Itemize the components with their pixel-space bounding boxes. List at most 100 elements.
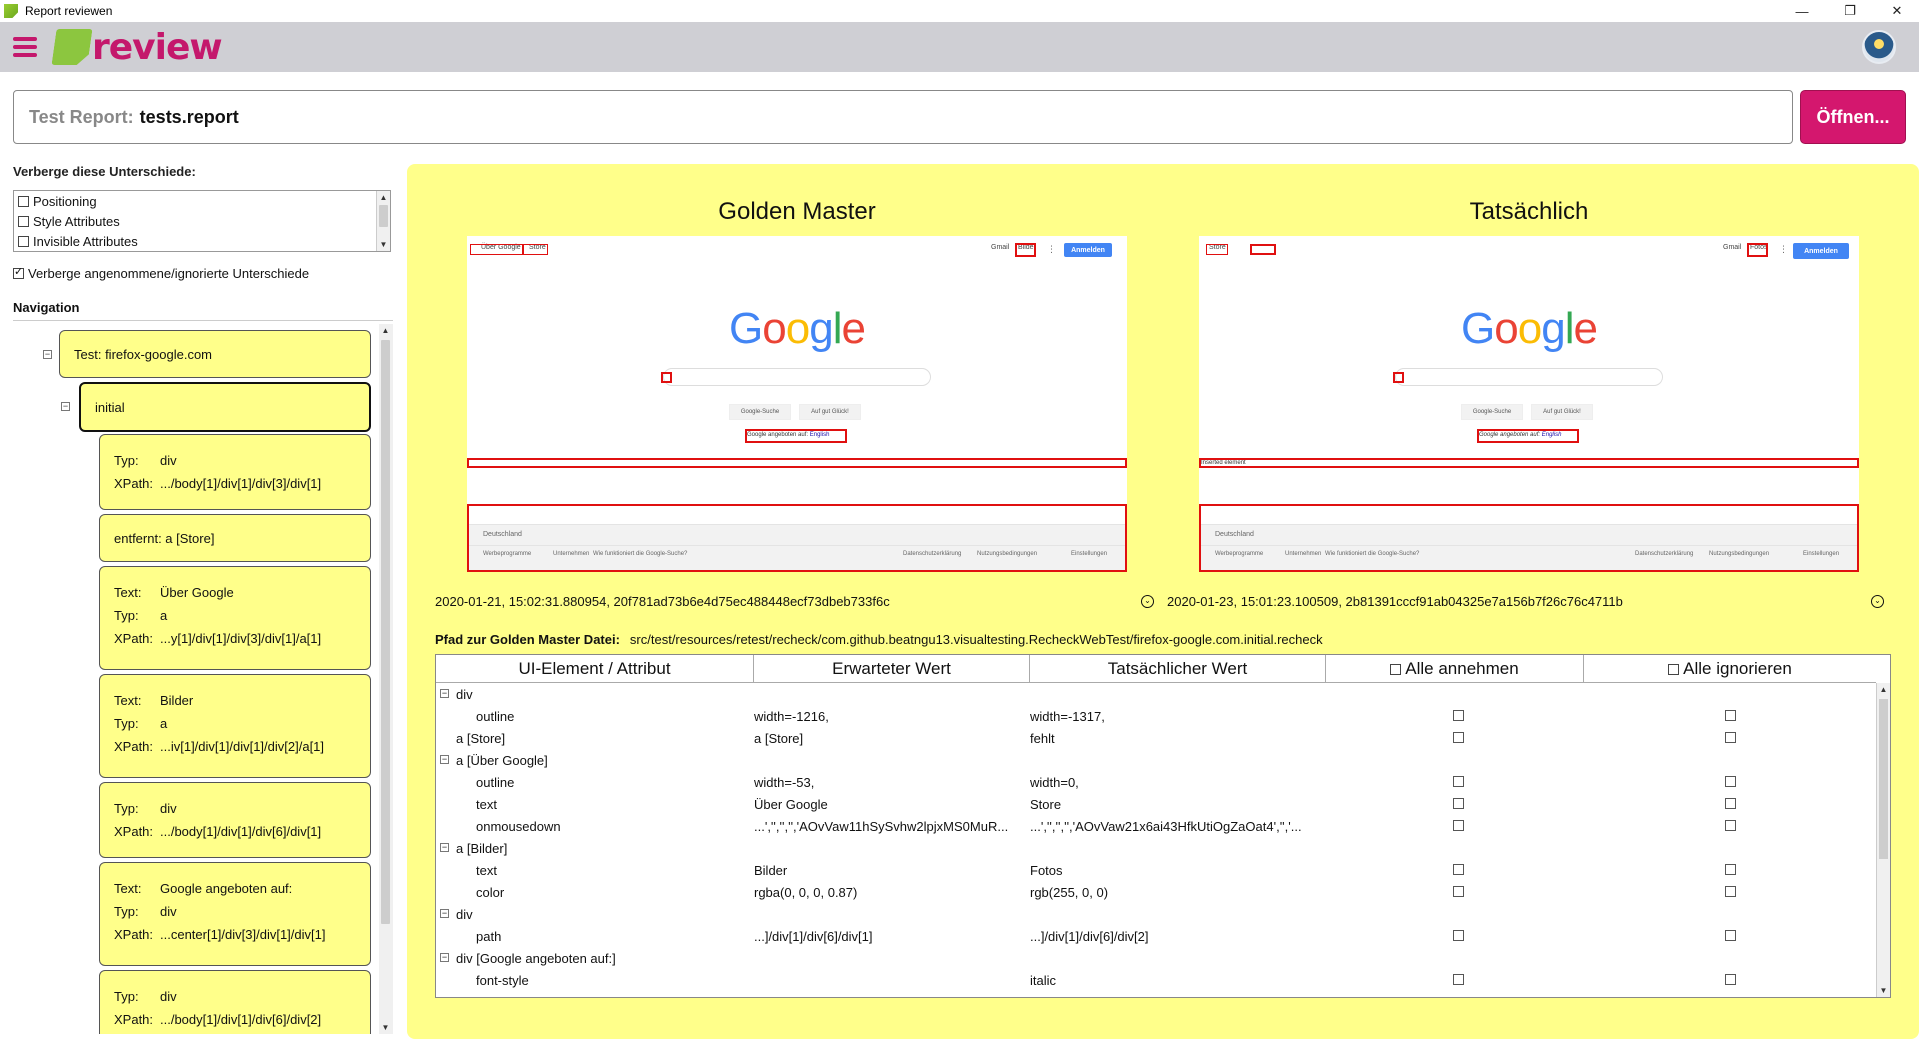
diff-highlight[interactable] xyxy=(1015,243,1036,257)
diff-highlight[interactable] xyxy=(1250,244,1276,255)
filter-item-invisible-attributes[interactable]: Invisible Attributes xyxy=(14,231,390,251)
table-row[interactable]: text Über Google Store xyxy=(436,793,1876,815)
tree-node-diff[interactable]: Typ: div XPath: .../body[1]/div[1]/div[6]/… xyxy=(99,782,371,858)
collapse-icon[interactable]: − xyxy=(61,402,70,411)
scroll-up-icon[interactable]: ▲ xyxy=(379,324,392,337)
minimize-icon[interactable]: — xyxy=(1780,0,1824,22)
tree-node-diff[interactable]: Text: Über Google Typ: a XPath: ...y[1]/div… xyxy=(99,566,371,670)
table-row[interactable]: text Bilder Fotos xyxy=(436,859,1876,881)
diff-highlight[interactable] xyxy=(1747,243,1768,257)
chevron-down-icon[interactable]: ⌄ xyxy=(1871,595,1884,608)
report-path-field[interactable]: Test Report: tests.report xyxy=(13,90,1793,144)
tree-node-state[interactable]: initial xyxy=(79,382,371,432)
ignore-checkbox[interactable] xyxy=(1725,710,1736,721)
table-row[interactable]: onmousedown ...','','','','AOvVaw11hSySvh… xyxy=(436,815,1876,837)
scroll-down-icon[interactable]: ▼ xyxy=(377,238,390,251)
maximize-icon[interactable]: ❐ xyxy=(1828,0,1872,22)
col-element[interactable]: UI-Element / Attribut xyxy=(436,655,754,683)
accept-checkbox[interactable] xyxy=(1453,820,1464,831)
collapse-icon[interactable]: − xyxy=(440,909,449,918)
accept-checkbox[interactable] xyxy=(1453,886,1464,897)
col-actual[interactable]: Tatsächlicher Wert xyxy=(1030,655,1326,683)
tree-node-diff[interactable]: Text: Google angeboten auf: Typ: div XPath… xyxy=(99,862,371,966)
scroll-up-icon[interactable]: ▲ xyxy=(377,191,390,204)
col-accept-all[interactable]: Alle annehmen xyxy=(1326,655,1584,683)
diff-highlight[interactable] xyxy=(1206,244,1228,255)
accept-checkbox[interactable] xyxy=(1453,930,1464,941)
ignore-checkbox[interactable] xyxy=(1725,776,1736,787)
filter-item-positioning[interactable]: Positioning xyxy=(14,191,390,211)
diff-highlight[interactable] xyxy=(661,372,672,383)
collapse-icon[interactable]: − xyxy=(440,689,449,698)
accept-checkbox[interactable] xyxy=(1453,710,1464,721)
col-ignore-all[interactable]: Alle ignorieren xyxy=(1584,655,1876,683)
table-row[interactable]: color rgba(0, 0, 0, 0.87) rgb(255, 0, 0) xyxy=(436,881,1876,903)
table-row[interactable]: font-style italic xyxy=(436,969,1876,991)
diff-highlight[interactable] xyxy=(522,244,548,255)
table-row[interactable]: a [Store] a [Store] fehlt xyxy=(436,727,1876,749)
accept-all-checkbox[interactable] xyxy=(1390,663,1402,675)
collapse-icon[interactable]: − xyxy=(440,953,449,962)
scroll-thumb[interactable] xyxy=(379,205,388,227)
collapse-icon[interactable]: − xyxy=(440,843,449,852)
diff-highlight[interactable] xyxy=(1199,504,1859,572)
ignore-checkbox[interactable] xyxy=(1725,974,1736,985)
menu-icon[interactable] xyxy=(7,29,43,65)
accept-checkbox[interactable] xyxy=(1453,974,1464,985)
filter-scrollbar[interactable]: ▲ ▼ xyxy=(376,191,390,251)
navigation-scroll-track[interactable]: ▲ ▼ xyxy=(379,324,393,1034)
tree-node-diff[interactable]: Text: Bilder Typ: a XPath: ...iv[1]/div[1]/… xyxy=(99,674,371,778)
accept-checkbox[interactable] xyxy=(1453,732,1464,743)
chevron-down-icon[interactable]: ⌄ xyxy=(1141,595,1154,608)
scroll-down-icon[interactable]: ▼ xyxy=(379,1021,392,1034)
scroll-up-icon[interactable]: ▲ xyxy=(1877,683,1890,696)
avatar[interactable] xyxy=(1862,30,1896,64)
diff-highlight[interactable] xyxy=(1393,372,1404,383)
ignore-checkbox[interactable] xyxy=(1725,864,1736,875)
table-row[interactable]: − div xyxy=(436,903,1876,925)
scroll-down-icon[interactable]: ▼ xyxy=(1877,984,1890,997)
ignore-checkbox[interactable] xyxy=(1725,798,1736,809)
accept-checkbox[interactable] xyxy=(1453,776,1464,787)
ignore-all-checkbox[interactable] xyxy=(1668,663,1680,675)
table-row[interactable]: − div xyxy=(436,683,1876,705)
filter-checkbox[interactable] xyxy=(18,215,29,227)
collapse-icon[interactable]: − xyxy=(440,755,449,764)
table-row[interactable]: outline width=-53, width=0, xyxy=(436,771,1876,793)
hide-accepted-toggle[interactable]: Verberge angenommene/ignorierte Untersch… xyxy=(13,265,309,281)
tree-node-test[interactable]: Test: firefox-google.com xyxy=(59,330,371,378)
tree-node-diff[interactable]: entfernt: a [Store] xyxy=(99,514,371,562)
table-row[interactable]: outline width=-1216, width=-1317, xyxy=(436,705,1876,727)
accept-checkbox[interactable] xyxy=(1453,798,1464,809)
table-scrollbar[interactable]: ▲ ▼ xyxy=(1876,683,1890,997)
diff-highlight[interactable] xyxy=(467,458,1127,468)
filter-item-style-attributes[interactable]: Style Attributes xyxy=(14,211,390,231)
ignore-checkbox[interactable] xyxy=(1725,930,1736,941)
tree-node-diff[interactable]: Typ: div XPath: .../body[1]/div[1]/div[3]/… xyxy=(99,434,371,510)
scroll-thumb[interactable] xyxy=(381,340,390,924)
table-row[interactable]: − a [Bilder] xyxy=(436,837,1876,859)
table-row[interactable]: − a [Über Google] xyxy=(436,749,1876,771)
diff-highlight[interactable] xyxy=(1477,429,1579,443)
table-row[interactable]: path ...]/div[1]/div[6]/div[1] ...]/div[1]… xyxy=(436,925,1876,947)
accept-checkbox[interactable] xyxy=(1453,864,1464,875)
filter-checkbox[interactable] xyxy=(18,195,29,207)
open-button[interactable]: Öffnen... xyxy=(1800,90,1906,144)
ignore-checkbox[interactable] xyxy=(1725,886,1736,897)
actual-screenshot[interactable]: Store Gmail Fotos ⋮ Anmelden Google Goog… xyxy=(1199,236,1859,572)
diff-highlight[interactable] xyxy=(745,429,847,443)
collapse-icon[interactable]: − xyxy=(43,350,52,359)
ignore-checkbox[interactable] xyxy=(1725,732,1736,743)
table-row[interactable]: − div [Google angeboten auf:] xyxy=(436,947,1876,969)
tree-node-diff[interactable]: Typ: div XPath: .../body[1]/div[1]/div[6]/… xyxy=(99,970,371,1034)
scroll-thumb[interactable] xyxy=(1879,699,1888,859)
diff-highlight[interactable] xyxy=(467,504,1127,572)
diff-highlight[interactable] xyxy=(1199,458,1859,468)
close-icon[interactable]: ✕ xyxy=(1875,0,1919,22)
col-expected[interactable]: Erwarteter Wert xyxy=(754,655,1030,683)
ignore-checkbox[interactable] xyxy=(1725,820,1736,831)
filter-checkbox[interactable] xyxy=(18,235,29,247)
hide-accepted-checkbox[interactable] xyxy=(13,265,24,279)
navigation-scrollbar[interactable]: ▲ ▼ xyxy=(379,324,393,1034)
diff-highlight[interactable] xyxy=(470,244,524,255)
